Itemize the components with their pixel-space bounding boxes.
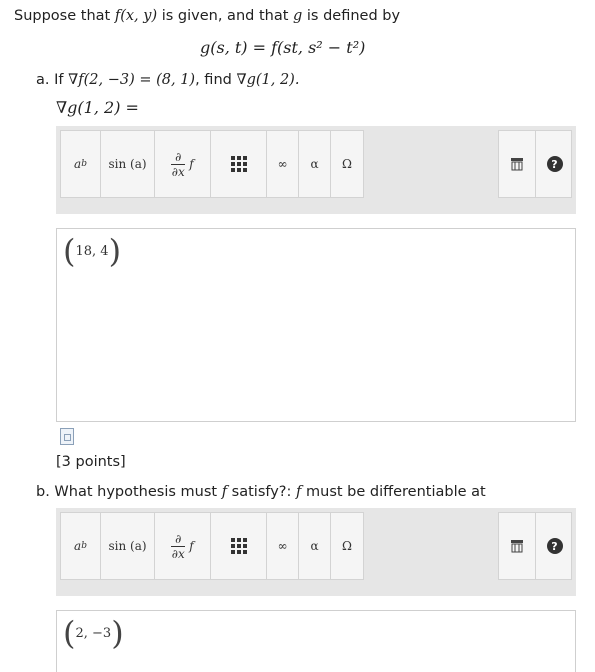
help-icon: ? <box>546 538 563 554</box>
part-a-question: a. If ∇f(2, −3) = (8, 1), find ∇g(1, 2). <box>36 72 300 88</box>
matrix-icon <box>230 156 247 172</box>
infinity-button[interactable]: ∞ <box>267 131 299 197</box>
partial-derivative-button[interactable]: ∂ ∂x f <box>155 513 211 579</box>
part-b-question: b. What hypothesis must f satisfy?: f mu… <box>36 484 486 500</box>
toolbar-tools-group: ? <box>498 512 572 580</box>
definition-formula: g(s, t) = f(st, s² − t²) <box>200 38 366 57</box>
help-button[interactable]: ? <box>536 513 573 579</box>
alpha-button[interactable]: α <box>299 513 331 579</box>
math-toolbar-b: ab sin (a) ∂ ∂x f ∞ α Ω ? <box>56 508 576 596</box>
keyboard-icon <box>511 158 523 171</box>
power-button[interactable]: ab <box>61 513 101 579</box>
math-toolbar-a: ab sin (a) ∂ ∂x f ∞ α Ω ? <box>56 126 576 214</box>
keyboard-button[interactable] <box>499 131 536 197</box>
help-button[interactable]: ? <box>536 131 573 197</box>
alpha-button[interactable]: α <box>299 131 331 197</box>
points-label: [3 points] <box>56 454 126 470</box>
sin-button[interactable]: sin (a) <box>101 131 155 197</box>
toolbar-tools-group: ? <box>498 130 572 198</box>
keyboard-button[interactable] <box>499 513 536 579</box>
power-button[interactable]: ab <box>61 131 101 197</box>
answer-editor-a[interactable]: (18, 4) <box>56 228 576 422</box>
help-icon: ? <box>546 156 563 172</box>
matrix-icon <box>230 538 247 554</box>
omega-button[interactable]: Ω <box>331 131 363 197</box>
problem-intro: Suppose that f(x, y) is given, and that … <box>14 8 401 24</box>
toolbar-symbol-group: ab sin (a) ∂ ∂x f ∞ α Ω <box>60 512 364 580</box>
partial-derivative-button[interactable]: ∂ ∂x f <box>155 131 211 197</box>
attachment-icon[interactable] <box>60 428 74 445</box>
keyboard-icon <box>511 540 523 553</box>
sin-button[interactable]: sin (a) <box>101 513 155 579</box>
answer-b-value: (2, −3) <box>63 614 124 652</box>
answer-a-value: (18, 4) <box>63 232 122 270</box>
infinity-button[interactable]: ∞ <box>267 513 299 579</box>
matrix-button[interactable] <box>211 131 267 197</box>
toolbar-symbol-group: ab sin (a) ∂ ∂x f ∞ α Ω <box>60 130 364 198</box>
answer-editor-b[interactable]: (2, −3) <box>56 610 576 672</box>
matrix-button[interactable] <box>211 513 267 579</box>
omega-button[interactable]: Ω <box>331 513 363 579</box>
part-a-answer-label: ∇g(1, 2) = <box>56 98 139 117</box>
